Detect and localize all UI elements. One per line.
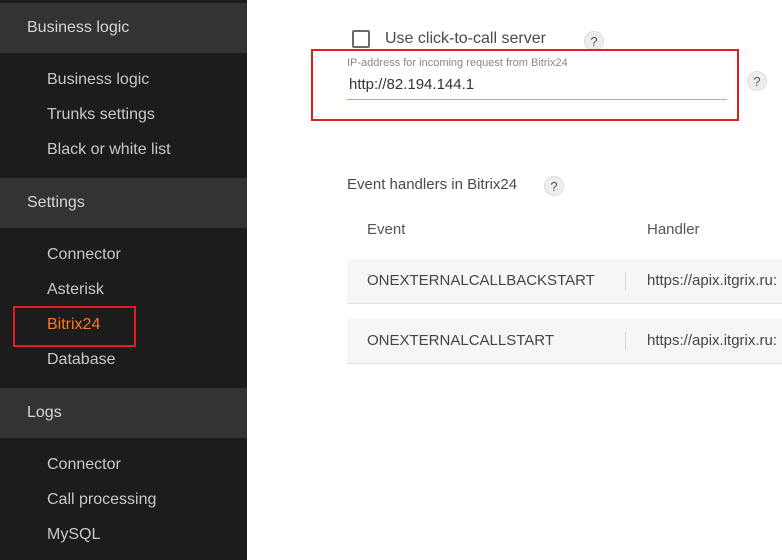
table-row: ONEXTERNALCALLBACKSTART https://apix.itg… [347, 259, 782, 304]
sidebar-item-call-processing[interactable]: Call processing [47, 490, 156, 510]
handler-cell: https://apix.itgrix.ru: [647, 272, 778, 289]
section-header-business-logic[interactable]: Business logic [0, 3, 247, 53]
section-header-logs[interactable]: Logs [0, 388, 247, 438]
column-header-handler: Handler [647, 221, 700, 238]
click-to-call-checkbox[interactable] [352, 30, 370, 48]
sidebar-item-black-or-white-list[interactable]: Black or white list [47, 140, 171, 160]
sidebar-item-mysql[interactable]: MySQL [47, 525, 100, 545]
event-cell: ONEXTERNALCALLSTART [367, 332, 554, 349]
event-handlers-title: Event handlers in Bitrix24 [347, 176, 518, 193]
sidebar: Business logic Business logic Trunks set… [0, 0, 247, 560]
ip-field-help-icon[interactable]: ? [747, 71, 767, 91]
cell-divider [625, 272, 626, 290]
table-row: ONEXTERNALCALLSTART https://apix.itgrix.… [347, 319, 782, 364]
sidebar-item-trunks-settings[interactable]: Trunks settings [47, 105, 155, 125]
sidebar-item-database[interactable]: Database [47, 350, 116, 370]
event-handlers-help-icon[interactable]: ? [544, 176, 564, 196]
main-content: Use click-to-call server ? IP-address fo… [247, 0, 782, 560]
event-cell: ONEXTERNALCALLBACKSTART [367, 272, 595, 289]
sidebar-item-connector[interactable]: Connector [47, 245, 121, 265]
column-header-event: Event [367, 221, 406, 238]
ip-field-label: IP-address for incoming request from Bit… [347, 57, 568, 69]
click-to-call-help-icon[interactable]: ? [584, 31, 604, 51]
sidebar-item-business-logic[interactable]: Business logic [47, 70, 149, 90]
section-header-settings[interactable]: Settings [0, 178, 247, 228]
ip-address-input[interactable] [347, 70, 727, 100]
sidebar-item-asterisk[interactable]: Asterisk [47, 280, 104, 300]
handler-cell: https://apix.itgrix.ru: [647, 332, 778, 349]
sidebar-item-logs-connector[interactable]: Connector [47, 455, 121, 475]
click-to-call-label: Use click-to-call server [385, 30, 546, 47]
cell-divider [625, 332, 626, 350]
sidebar-item-bitrix24[interactable]: Bitrix24 [47, 315, 100, 335]
